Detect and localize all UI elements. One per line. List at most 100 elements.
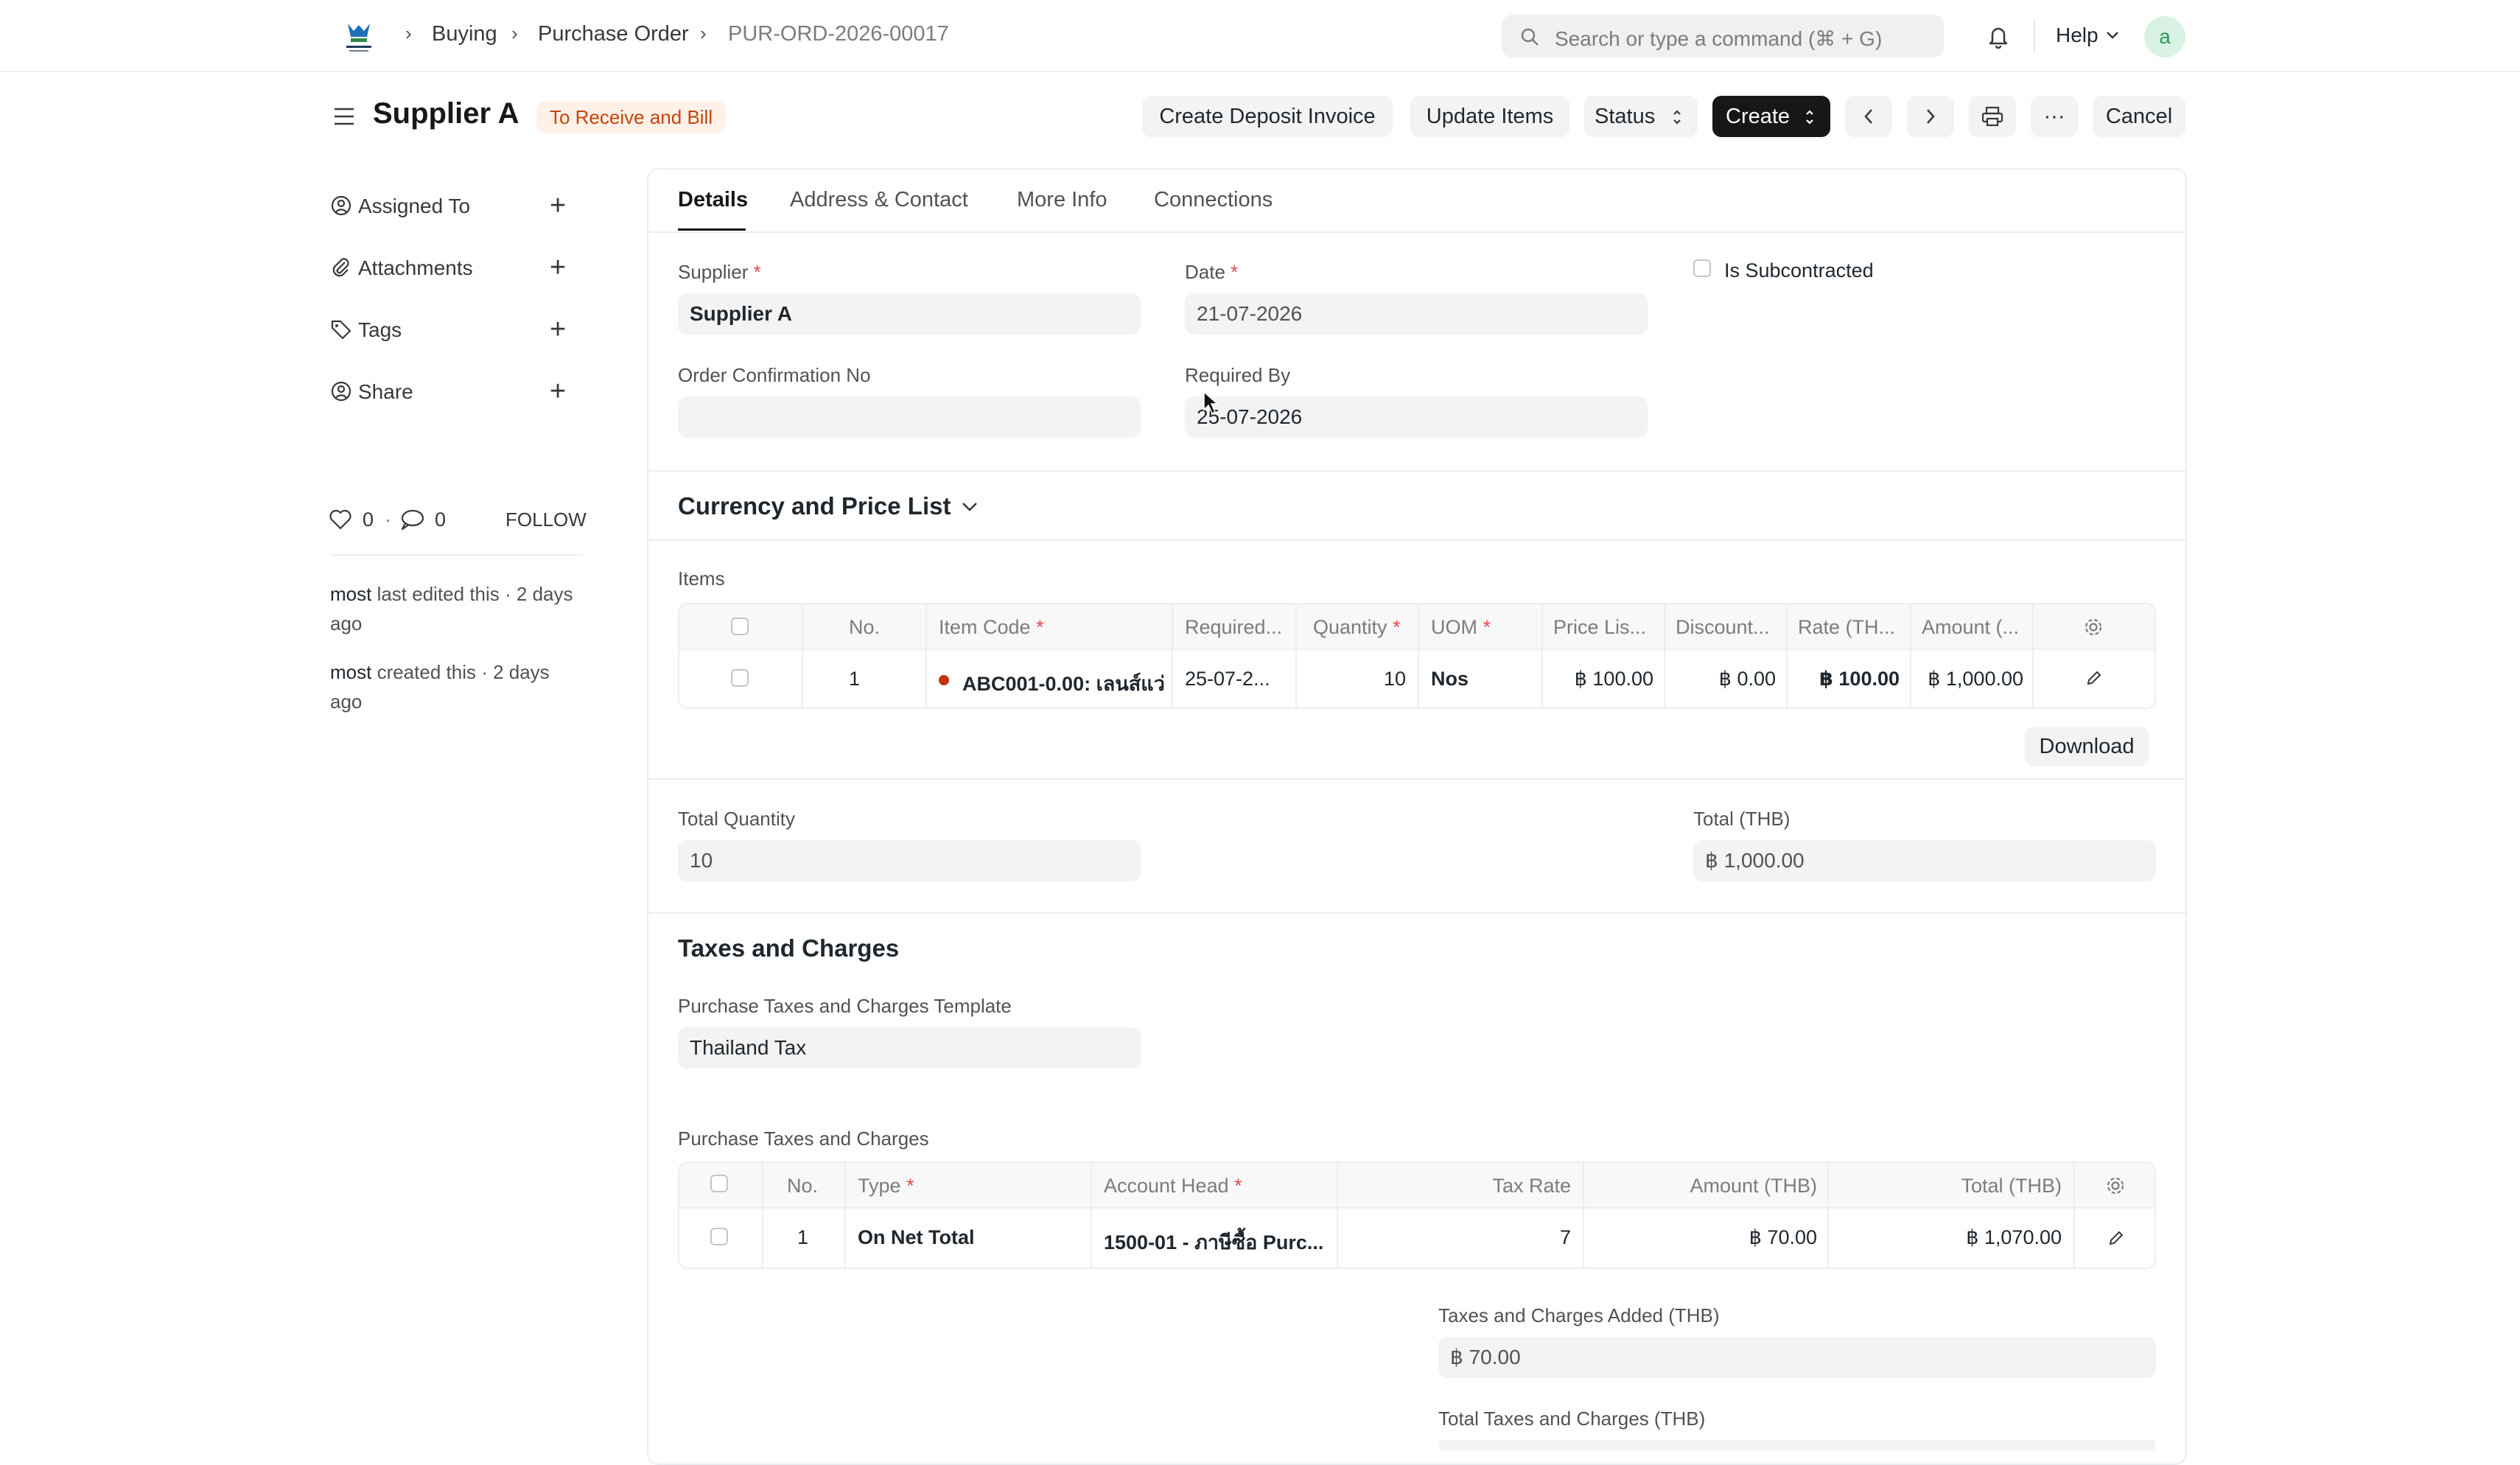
breadcrumb-separator-icon: ›: [511, 22, 518, 44]
select-all-items-checkbox[interactable]: [731, 618, 749, 635]
previous-doc-button[interactable]: [1845, 96, 1892, 137]
order-confirmation-field[interactable]: [678, 396, 1141, 438]
status-dropdown-button[interactable]: Status: [1584, 96, 1698, 137]
avatar[interactable]: a: [2144, 16, 2185, 57]
sidebar-item-share[interactable]: Share: [358, 380, 413, 404]
edit-pencil-icon[interactable]: [2107, 1229, 2125, 1247]
table-row[interactable]: 1 ABC001-0.00: เลนส์แว่นตา 25-07-2... 10…: [679, 650, 2155, 707]
date-field[interactable]: 21-07-2026: [1185, 293, 1648, 335]
updown-chevron-icon: [1673, 110, 1681, 125]
search-icon: [1521, 28, 1539, 46]
row-no: 1: [797, 1226, 809, 1248]
tab-more-info[interactable]: More Info: [1017, 188, 1107, 212]
tab-details[interactable]: Details: [678, 188, 748, 212]
breadcrumb-separator-icon: ›: [405, 22, 412, 44]
create-deposit-invoice-button[interactable]: Create Deposit Invoice: [1142, 96, 1393, 137]
row-rate[interactable]: ฿ 100.00: [1793, 668, 1900, 690]
create-dropdown-button[interactable]: Create: [1712, 96, 1830, 137]
row-total[interactable]: ฿ 1,070.00: [1833, 1226, 2062, 1249]
select-all-taxes-checkbox[interactable]: [710, 1175, 728, 1192]
taxes-col-total: Total (THB): [1961, 1175, 2062, 1197]
status-button-label: Status: [1595, 105, 1656, 128]
heart-icon[interactable]: [329, 508, 352, 531]
tab-address-contact[interactable]: Address & Contact: [790, 188, 968, 212]
app-logo[interactable]: [340, 18, 377, 55]
download-button[interactable]: Download: [2025, 727, 2149, 766]
row-uom[interactable]: Nos: [1431, 668, 1469, 690]
update-items-button[interactable]: Update Items: [1410, 96, 1569, 137]
required-by-field[interactable]: 25-07-2026: [1185, 396, 1648, 438]
row-tax-rate[interactable]: 7: [1343, 1226, 1571, 1249]
row-select-checkbox[interactable]: [731, 669, 749, 687]
items-col-quantity: Quantity *: [1313, 616, 1401, 638]
search-placeholder: Search or type a command (⌘ + G): [1555, 27, 1883, 50]
activity-user[interactable]: most: [330, 661, 371, 683]
form-card: [647, 168, 2187, 1465]
search-bar[interactable]: Search or type a command (⌘ + G): [1502, 15, 1944, 57]
separator-dot: ·: [385, 508, 391, 531]
row-type[interactable]: On Net Total: [858, 1226, 975, 1249]
sidebar-item-assigned-to[interactable]: Assigned To: [358, 195, 470, 218]
is-subcontracted-checkbox[interactable]: [1693, 259, 1711, 277]
breadcrumb-purchase-order[interactable]: Purchase Order: [538, 22, 689, 46]
taxes-col-no: No.: [787, 1175, 819, 1197]
taxes-col-tax-rate: Tax Rate: [1492, 1175, 1571, 1197]
add-assignee-plus-icon[interactable]: +: [550, 192, 566, 220]
chevron-left-icon: [1864, 109, 1872, 124]
total-quantity-label: Total Quantity: [678, 808, 795, 830]
chevron-down-icon[interactable]: [961, 501, 979, 513]
chevron-right-icon: [1927, 109, 1935, 124]
row-required-date[interactable]: 25-07-2...: [1185, 668, 1270, 690]
updown-chevron-icon: [1806, 110, 1813, 125]
breadcrumb-current-doc[interactable]: PUR-ORD-2026-00017: [728, 22, 949, 46]
taxes-col-type: Type *: [858, 1175, 914, 1197]
items-col-amount: Amount (...: [1922, 616, 2020, 638]
breadcrumb-buying[interactable]: Buying: [432, 22, 497, 46]
is-subcontracted-label: Is Subcontracted: [1724, 259, 1874, 282]
edit-pencil-icon[interactable]: [2085, 669, 2103, 687]
comment-icon[interactable]: [399, 508, 424, 531]
row-amount[interactable]: ฿ 70.00: [1589, 1226, 1817, 1249]
notification-bell-icon[interactable]: [1987, 24, 2010, 49]
add-attachment-plus-icon[interactable]: +: [550, 254, 566, 282]
next-doc-button[interactable]: [1907, 96, 1954, 137]
row-item-code[interactable]: ABC001-0.00: เลนส์แว่นตา: [962, 668, 1166, 699]
table-row[interactable]: 1 On Net Total 1500-01 - ภาษีซื้อ Purc..…: [679, 1209, 2155, 1268]
activity-user[interactable]: most: [330, 583, 371, 605]
sidebar-item-attachments[interactable]: Attachments: [358, 256, 473, 280]
tab-connections[interactable]: Connections: [1154, 188, 1273, 212]
supplier-label: Supplier *: [678, 261, 761, 283]
taxes-col-amount: Amount (THB): [1690, 1175, 1817, 1197]
sidebar-toggle-icon[interactable]: [333, 106, 355, 127]
more-actions-button[interactable]: ···: [2031, 96, 2078, 137]
items-label: Items: [678, 567, 725, 590]
date-label: Date *: [1185, 261, 1239, 283]
taxes-added-label: Taxes and Charges Added (THB): [1438, 1304, 1720, 1326]
row-quantity[interactable]: 10: [1306, 668, 1406, 690]
section-divider: [648, 778, 2185, 780]
items-col-no: No.: [849, 616, 881, 638]
row-select-checkbox[interactable]: [710, 1228, 728, 1245]
follow-button[interactable]: FOLLOW: [505, 508, 587, 531]
currency-section-title[interactable]: Currency and Price List: [678, 492, 951, 520]
sidebar-item-tags[interactable]: Tags: [358, 318, 402, 342]
column-settings-gear-icon[interactable]: [2104, 1175, 2127, 1197]
row-account-head[interactable]: 1500-01 - ภาษีซื้อ Purc...: [1104, 1226, 1328, 1258]
add-tag-plus-icon[interactable]: +: [550, 315, 566, 343]
row-no: 1: [849, 668, 861, 690]
help-menu[interactable]: Help: [2056, 24, 2099, 47]
row-amount[interactable]: ฿ 1,000.00: [1917, 668, 2023, 690]
total-label: Total (THB): [1693, 808, 1791, 830]
tax-template-field[interactable]: Thailand Tax: [678, 1027, 1141, 1069]
sidebar-divider: [330, 554, 582, 556]
print-button[interactable]: [1969, 96, 2016, 137]
items-col-item-code: Item Code *: [939, 616, 1044, 638]
item-status-dot: [939, 675, 949, 685]
row-discount[interactable]: ฿ 0.00: [1671, 668, 1776, 690]
cancel-button[interactable]: Cancel: [2093, 96, 2185, 137]
column-settings-gear-icon[interactable]: [2082, 616, 2104, 638]
add-share-plus-icon[interactable]: +: [550, 377, 566, 405]
supplier-field[interactable]: Supplier A: [678, 293, 1141, 335]
total-taxes-label: Total Taxes and Charges (THB): [1438, 1408, 1706, 1430]
row-price-list[interactable]: ฿ 100.00: [1549, 668, 1653, 690]
